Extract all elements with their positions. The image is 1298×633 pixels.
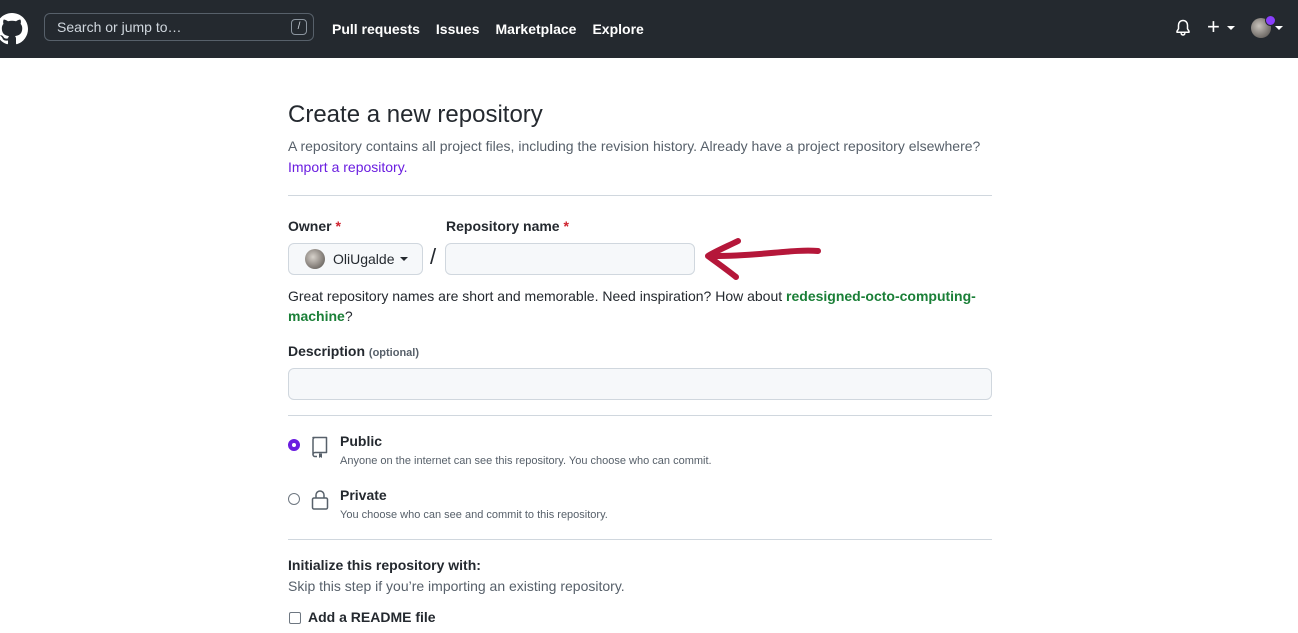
repo-icon bbox=[312, 436, 328, 458]
lock-icon bbox=[311, 490, 329, 510]
nav-marketplace[interactable]: Marketplace bbox=[496, 21, 577, 37]
search-input[interactable]: Search or jump to… / bbox=[44, 13, 314, 41]
divider bbox=[288, 195, 992, 196]
description-input[interactable] bbox=[288, 368, 992, 400]
chevron-down-icon[interactable] bbox=[1275, 26, 1283, 30]
import-repository-link[interactable]: Import a repository. bbox=[288, 159, 408, 175]
nav-pull-requests[interactable]: Pull requests bbox=[332, 21, 420, 37]
notification-dot bbox=[1265, 15, 1276, 26]
optional-tag: (optional) bbox=[368, 347, 420, 359]
chevron-down-icon bbox=[400, 257, 409, 261]
private-title: Private bbox=[340, 487, 387, 503]
page-title: Create a new repository bbox=[288, 101, 543, 128]
init-subtitle: Skip this step if you’re importing an ex… bbox=[288, 578, 625, 594]
owner-value: OliUgalde bbox=[333, 251, 395, 267]
nav-issues[interactable]: Issues bbox=[436, 21, 480, 37]
readme-label[interactable]: Add a README file bbox=[308, 609, 436, 625]
divider bbox=[288, 539, 992, 540]
hint-suffix: ? bbox=[344, 308, 353, 324]
owner-select[interactable]: OliUgalde bbox=[288, 243, 423, 275]
search-placeholder: Search or jump to… bbox=[57, 19, 182, 35]
hint-text: Great repository names are short and mem… bbox=[288, 288, 787, 304]
owner-avatar bbox=[305, 249, 325, 269]
private-description: You choose who can see and commit to thi… bbox=[340, 509, 608, 521]
top-header: Search or jump to… / Pull requests Issue… bbox=[0, 0, 1298, 58]
repo-name-label-text: Repository name bbox=[446, 218, 560, 234]
public-description: Anyone on the internet can see this repo… bbox=[340, 455, 712, 467]
page-subtitle: A repository contains all project files,… bbox=[288, 136, 992, 178]
init-title: Initialize this repository with: bbox=[288, 557, 481, 573]
description-label: Description (optional) bbox=[288, 343, 419, 359]
chevron-down-icon[interactable] bbox=[1227, 26, 1235, 30]
divider bbox=[288, 415, 992, 416]
public-title: Public bbox=[340, 433, 383, 449]
nav-explore[interactable]: Explore bbox=[592, 21, 643, 37]
readme-checkbox[interactable] bbox=[289, 612, 301, 624]
owner-label-text: Owner bbox=[288, 218, 332, 234]
repo-name-label: Repository name * bbox=[446, 218, 569, 234]
annotation-arrow-icon bbox=[705, 238, 821, 280]
private-radio[interactable] bbox=[288, 493, 300, 505]
owner-repo-separator: / bbox=[430, 244, 437, 269]
search-shortcut-key: / bbox=[291, 19, 307, 35]
owner-label: Owner * bbox=[288, 218, 341, 234]
subtitle-text: A repository contains all project files,… bbox=[288, 138, 981, 154]
top-nav: Pull requests Issues Marketplace Explore bbox=[332, 0, 660, 58]
description-label-text: Description bbox=[288, 343, 366, 359]
repo-name-hint: Great repository names are short and mem… bbox=[288, 286, 992, 326]
repository-name-input[interactable] bbox=[445, 243, 695, 275]
public-radio[interactable] bbox=[288, 439, 300, 451]
github-logo-icon[interactable] bbox=[0, 13, 28, 45]
bell-icon[interactable] bbox=[1175, 19, 1191, 37]
required-mark: * bbox=[335, 218, 341, 234]
required-mark: * bbox=[563, 218, 569, 234]
plus-icon[interactable]: + bbox=[1207, 16, 1220, 38]
